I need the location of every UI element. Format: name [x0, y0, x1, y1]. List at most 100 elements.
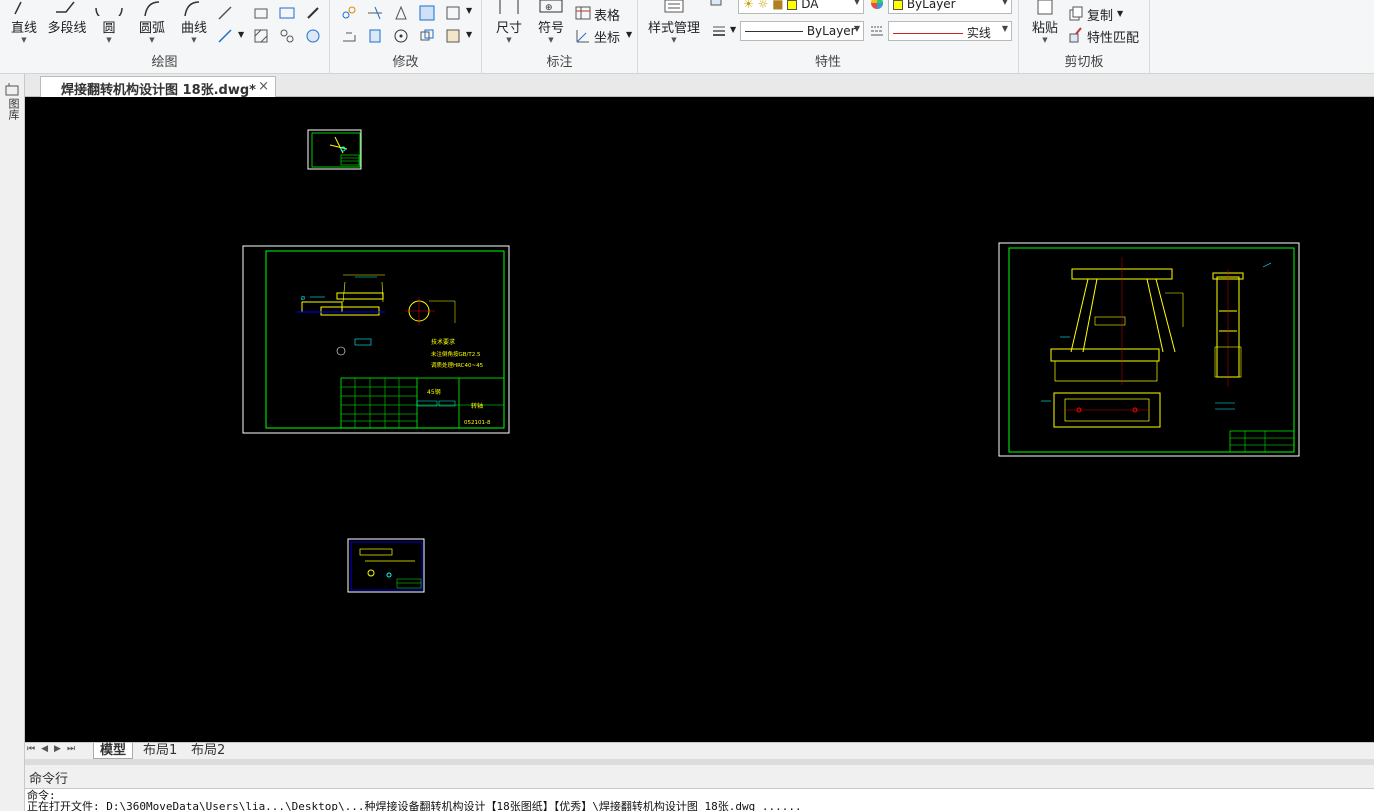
scale-icon[interactable] [444, 4, 462, 22]
tab-layout1[interactable]: 布局1 [137, 743, 183, 759]
linetype-sample [745, 31, 803, 32]
circle-button[interactable]: 圆 ▼ [94, 0, 124, 44]
drawing-sheet-2[interactable]: Ø 技术要求 未注倒角按GB/T2.5 调质处理HRC40~45 45钢 转轴 … [242, 245, 510, 434]
offset-icon[interactable] [418, 27, 436, 45]
ray-icon[interactable] [216, 27, 234, 45]
library-icon[interactable] [5, 82, 19, 96]
table-icon[interactable] [574, 4, 592, 22]
circle-icon [95, 7, 123, 16]
modify-group: ▼ ▼ 修改 [330, 0, 482, 74]
drawing-sheet-1[interactable] [307, 129, 362, 170]
line-icon [14, 1, 22, 15]
chevron-down-icon[interactable]: ▼ [1117, 9, 1123, 18]
color-swatch [893, 0, 903, 10]
close-icon[interactable]: × [258, 79, 269, 94]
construction-line-icon[interactable] [216, 4, 234, 22]
polyline-icon [56, 1, 75, 13]
polyline-label: 多段线 [47, 21, 87, 36]
symbol-label: 符号 [537, 21, 564, 36]
chevron-down-icon: ▼ [506, 36, 512, 44]
group-icon[interactable] [278, 27, 296, 45]
region-icon[interactable] [304, 27, 322, 45]
point-icon[interactable] [304, 4, 322, 22]
dimension-icon [499, 0, 519, 14]
material-label: 45钢 [427, 388, 441, 396]
properties-group-label: 特性 [814, 55, 841, 70]
rectangle-icon[interactable] [252, 4, 270, 22]
chevron-down-icon[interactable]: ▼ [466, 30, 472, 39]
copy-button[interactable]: 复制 [1087, 5, 1113, 24]
explode-icon[interactable] [444, 27, 462, 45]
layout-nav-arrows[interactable]: ⏮◀▶⏭ [27, 744, 81, 754]
chevron-down-icon[interactable]: ▼ [730, 25, 736, 34]
lightbulb-icon: ☀ [743, 0, 754, 11]
clipboard-group-label: 剪切板 [1064, 55, 1104, 70]
symbol-icon: ⊕ [539, 0, 563, 13]
drawing-sheet-3[interactable] [347, 538, 425, 593]
coordinate-icon[interactable] [574, 27, 592, 45]
block-icon[interactable] [278, 4, 296, 22]
rotate-icon[interactable] [392, 27, 410, 45]
table-button[interactable]: 表格 [594, 5, 620, 24]
chevron-down-icon: ▼ [671, 36, 677, 44]
symbol-button[interactable]: ⊕ 符号 ▼ [534, 0, 568, 44]
arc-button[interactable]: 圆弧 ▼ [134, 0, 170, 44]
match-properties-button[interactable]: 特性匹配 [1087, 27, 1139, 46]
polyline-button[interactable]: 多段线 [44, 0, 90, 36]
lineweight-icon[interactable] [710, 22, 728, 40]
move-icon[interactable] [340, 4, 358, 22]
stretch-icon[interactable] [340, 27, 358, 45]
chevron-down-icon: ▼ [149, 36, 155, 44]
library-tab-label[interactable]: 图库 [5, 98, 20, 120]
line-button[interactable]: 直线 ▼ [6, 0, 42, 44]
copy-object-icon[interactable] [366, 27, 384, 45]
layout-tab-bar: ⏮◀▶⏭ 模型 布局1 布局2 [25, 742, 1374, 759]
style-manager-icon [664, 0, 684, 13]
hatch-icon[interactable] [252, 27, 270, 45]
chevron-down-icon: ▼ [1001, 0, 1008, 6]
drawing-sheet-4[interactable] [998, 242, 1300, 457]
arc-icon [144, 1, 160, 16]
layer-name: DA [801, 0, 819, 11]
style-manager-button[interactable]: 样式管理 ▼ [644, 0, 704, 44]
linetype-combo[interactable]: ByLayer ▼ [740, 21, 864, 41]
array-icon[interactable] [418, 4, 436, 22]
command-line-header: 命令行 [25, 765, 1374, 789]
tab-model[interactable]: 模型 [93, 743, 134, 759]
line-label: 直线 [10, 21, 37, 36]
dimension-button[interactable]: 尺寸 ▼ [492, 0, 526, 44]
curve-button[interactable]: 曲线 ▼ [176, 0, 212, 44]
command-line-2: 正在打开文件: D:\360MoveData\Users\lia...\Desk… [27, 800, 802, 811]
properties-group: 样式管理 ▼ ☀ ☼ ■ DA ▼ ByLayer ▼ ▼ ByLayer ▼ … [638, 0, 1019, 74]
layer-properties-icon[interactable] [708, 0, 726, 12]
document-tab[interactable]: 焊接翻转机构设计图 18张.dwg* × [40, 76, 276, 98]
copy-icon[interactable] [1067, 5, 1085, 23]
trim-icon[interactable] [366, 4, 384, 22]
chevron-down-icon[interactable]: ▼ [238, 30, 244, 39]
layer-combo[interactable]: ☀ ☼ ■ DA ▼ [738, 0, 864, 14]
linetype-icon[interactable] [868, 22, 886, 40]
color-combo[interactable]: ByLayer ▼ [888, 0, 1012, 14]
linetype-value: ByLayer [806, 24, 856, 38]
paste-button[interactable]: 粘贴 ▼ [1025, 0, 1065, 44]
annotate-group-label: 标注 [546, 55, 573, 70]
chevron-down-icon[interactable]: ▼ [626, 30, 632, 39]
circle-label: 圆 [102, 21, 116, 36]
lineweight-combo[interactable]: 实线 ▼ [888, 21, 1012, 41]
tab-layout2[interactable]: 布局2 [185, 743, 231, 759]
library-side-panel: 图库 [0, 74, 25, 811]
modify-group-label: 修改 [392, 55, 419, 70]
paste-label: 粘贴 [1031, 21, 1058, 36]
drawing-canvas[interactable]: Ø 技术要求 未注倒角按GB/T2.5 调质处理HRC40~45 45钢 转轴 … [25, 97, 1374, 742]
command-line-output[interactable]: 命令: 正在打开文件: D:\360MoveData\Users\lia...\… [25, 789, 1374, 811]
color-wheel-icon[interactable] [868, 0, 886, 12]
paste-icon [1037, 0, 1053, 15]
coordinate-button[interactable]: 坐标 [594, 27, 620, 46]
mirror-icon[interactable] [392, 4, 410, 22]
chevron-down-icon[interactable]: ▼ [466, 6, 472, 15]
lineweight-sample [893, 33, 963, 34]
match-properties-icon[interactable] [1067, 26, 1085, 44]
style-manager-label: 样式管理 [647, 21, 700, 36]
svg-text:⊕: ⊕ [545, 3, 553, 13]
chevron-down-icon: ▼ [1042, 36, 1048, 44]
